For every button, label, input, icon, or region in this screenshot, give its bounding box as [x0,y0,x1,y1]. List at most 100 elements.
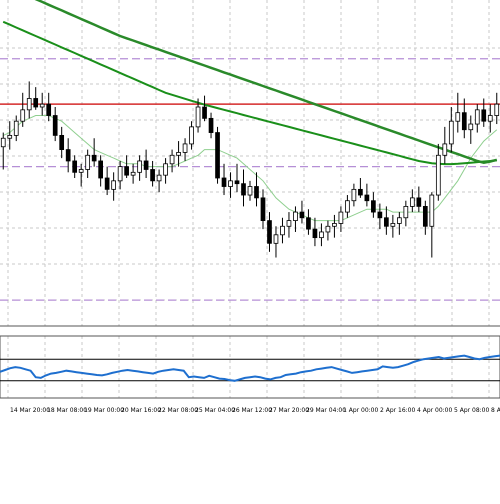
candle [98,155,103,187]
candle-body-down [306,217,311,230]
candle-body-up [286,220,292,227]
candle-body-up [474,109,480,125]
candle [280,217,285,244]
x-tick-label: 14 Mar 20:00 [10,407,50,414]
chart-stage: 14 Mar 20:00 18 Mar 08:00 19 Mar 00:00 20 M… [0,0,500,500]
candle-body-up [345,200,350,213]
oscillator-panel [0,335,500,399]
candle-body-down [98,160,103,179]
candle-body-down [150,169,155,182]
candle-body-down [143,160,149,170]
candle [364,183,370,207]
x-tick-label: 26 Mar 12:00 [232,407,272,414]
candle-body-up [20,109,26,122]
x-tick-label: 20 Mar 16:00 [121,407,161,414]
candle-body-down [461,112,467,131]
candle [325,220,331,241]
candle [234,163,240,193]
x-tick-label: 4 Apr 00:00 [417,407,452,414]
candle [442,126,448,164]
candle [422,200,428,235]
candle [150,160,155,187]
candle [52,107,58,142]
candle-body-down [260,197,266,222]
candle [416,186,422,213]
candle [409,189,415,213]
candle-body-up [494,103,500,116]
candle [124,155,129,178]
x-tick-label: 29 Mar 04:00 [306,407,346,414]
candle-body-down [267,220,272,244]
candle [397,212,402,235]
candle-body-up [319,231,324,239]
x-tick-label: 25 Mar 04:00 [195,407,235,414]
candle-body-up [182,143,188,153]
candle [228,172,233,198]
candle [306,209,311,235]
candle [299,200,305,224]
candle [26,81,32,119]
x-axis-labels: 14 Mar 20:0018 Mar 08:0019 Mar 00:0020 M… [10,407,500,414]
candle-body-up [195,106,201,128]
candle [312,217,318,247]
candle-body-up [176,152,181,156]
candle-body-up [332,223,337,227]
candle [286,212,292,238]
candle-body-down [371,200,376,213]
candle [241,169,246,207]
candle [358,178,363,198]
candle [429,192,435,258]
candle-body-up [325,225,331,233]
candle-body-up [338,211,344,224]
candle [435,143,441,201]
sma-long-line [34,0,498,164]
candle [221,163,227,196]
candle-body-down [215,132,220,179]
candle-body-down [52,115,58,136]
candle-body-up [7,134,13,139]
candle [59,126,65,159]
candle [481,98,487,127]
candle [345,195,350,218]
candle-body-up [169,154,175,165]
candle-body-down [59,134,65,150]
candle [0,132,6,170]
candle-body-up [85,154,91,170]
candle-body-up [117,166,123,182]
candle [33,87,39,110]
candle-body-down [364,194,370,202]
candle-body-up [487,115,493,122]
candle [85,149,91,178]
candle [91,138,97,167]
candle [448,107,454,153]
candle-body-down [91,154,97,162]
candle-body-down [241,183,246,196]
candle-body-down [299,211,305,219]
candle-body-up [0,137,6,148]
candle [403,200,409,227]
candle-body-up [189,126,194,145]
candle [72,155,78,178]
candle [319,223,324,247]
candle [156,169,162,193]
candle [371,192,376,218]
candle [202,95,207,122]
candle-body-down [234,180,240,185]
x-tick-label: 5 Apr 08:00 [454,407,489,414]
candle-body-down [65,149,71,162]
candle-body-down [358,188,363,196]
oscillator-frame [0,335,500,399]
candle-body-down [384,217,389,227]
candle-body-up [409,197,415,207]
x-tick-label: 22 Mar 08:00 [158,407,198,414]
x-tick-label: 2 Apr 16:00 [380,407,415,414]
candle-body-up [247,186,253,196]
candle [494,92,500,125]
candle-body-up [280,225,285,236]
candle-body-down [104,177,110,190]
candle [143,149,149,178]
candle-body-up [137,160,142,173]
candle [273,226,279,258]
candle [111,172,116,201]
price-chart: 14 Mar 20:0018 Mar 08:0019 Mar 00:0020 M… [0,0,500,414]
